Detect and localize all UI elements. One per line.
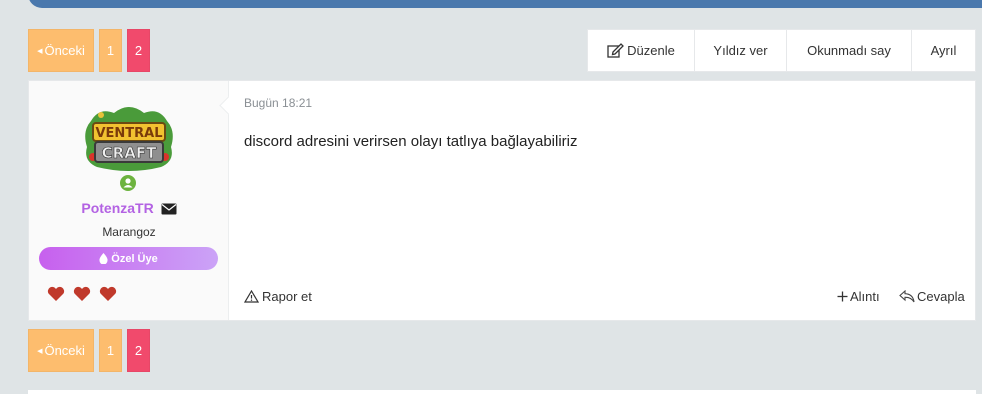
report-button[interactable]: Rapor et: [244, 289, 312, 304]
post-content: Bugün 18:21 discord adresini verirsen ol…: [229, 81, 975, 320]
prev-page-button[interactable]: ◀ Önceki: [28, 329, 94, 372]
report-label: Rapor et: [262, 289, 312, 304]
leave-button[interactable]: Ayrıl: [912, 30, 975, 71]
page-2-current[interactable]: 2: [127, 29, 150, 72]
envelope-icon[interactable]: [161, 203, 177, 215]
avatar-text-bottom: CRAFT: [102, 144, 157, 162]
online-status-icon: [120, 175, 136, 191]
post-body: discord adresini verirsen olayı tatlıya …: [244, 133, 578, 150]
page-2-current[interactable]: 2: [127, 329, 150, 372]
prev-page-label: Önceki: [44, 43, 85, 58]
plus-icon: [837, 291, 848, 302]
edit-label: Düzenle: [627, 43, 675, 58]
reply-button[interactable]: Cevapla: [899, 289, 965, 304]
next-block-edge: [28, 390, 976, 394]
page-1-link[interactable]: 1: [99, 329, 122, 372]
heart-icon: [47, 286, 65, 301]
thread-actions-bar: Düzenle Yıldız ver Okunmadı say Ayrıl: [587, 29, 976, 72]
post-date[interactable]: Bugün 18:21: [244, 96, 312, 110]
pagination-top: ◀ Önceki 1 2: [28, 29, 150, 72]
username-link[interactable]: PotenzaTR: [81, 200, 153, 216]
prev-page-button[interactable]: ◀ Önceki: [28, 29, 94, 72]
edit-icon: [607, 43, 625, 58]
heart-icon: [73, 286, 91, 301]
warning-icon: [244, 290, 259, 303]
star-button[interactable]: Yıldız ver: [695, 30, 787, 71]
avatar[interactable]: VENTRAL CRAFT: [79, 101, 179, 173]
caret-left-icon: ◀: [37, 347, 43, 355]
top-header-bar: [28, 0, 982, 8]
page-1-link[interactable]: 1: [99, 29, 122, 72]
quote-button[interactable]: Alıntı: [837, 289, 880, 304]
quote-label: Alıntı: [850, 289, 880, 304]
edit-button[interactable]: Düzenle: [588, 30, 695, 71]
heart-icon: [99, 286, 117, 301]
user-hearts: [47, 286, 125, 302]
user-badge: Özel Üye: [39, 247, 218, 270]
user-badge-label: Özel Üye: [111, 252, 158, 265]
prev-page-label: Önceki: [44, 343, 85, 358]
caret-left-icon: ◀: [37, 47, 43, 55]
drop-icon: [99, 253, 108, 264]
username-row: PotenzaTR: [29, 200, 229, 216]
reply-label: Cevapla: [917, 289, 965, 304]
user-title: Marangoz: [102, 225, 156, 239]
post-message: VENTRAL CRAFT PotenzaTR Marangoz Özel Üy…: [28, 80, 976, 321]
avatar-text-top: VENTRAL: [95, 126, 162, 141]
mark-unread-button[interactable]: Okunmadı say: [787, 30, 912, 71]
reply-icon: [899, 290, 915, 303]
pagination-bottom: ◀ Önceki 1 2: [28, 329, 150, 372]
user-sidebar: VENTRAL CRAFT PotenzaTR Marangoz Özel Üy…: [29, 81, 229, 320]
